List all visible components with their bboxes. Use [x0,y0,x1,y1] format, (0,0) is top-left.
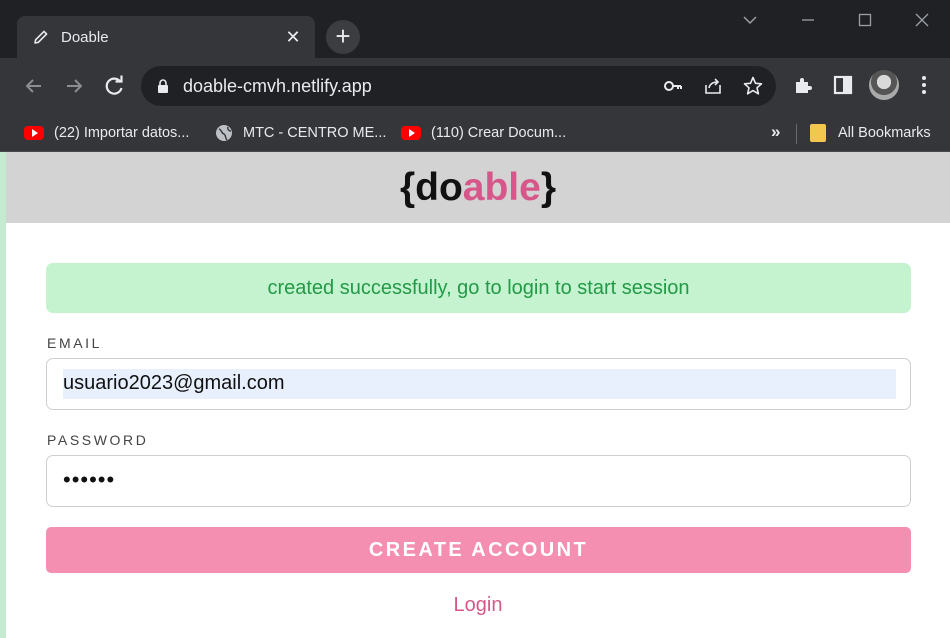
password-label: PASSWORD [47,432,149,448]
all-bookmarks-button[interactable]: All Bookmarks [810,121,931,145]
tab-strip: Doable ✕ + [0,0,950,58]
forward-icon[interactable] [60,72,88,100]
bookmarks-bar: (22) Importar datos... MTC - CENTRO ME..… [0,114,950,152]
bookmarks-divider [796,124,797,144]
window-close-icon[interactable] [910,8,934,32]
youtube-icon [401,126,421,140]
folder-icon [810,124,826,142]
url-text[interactable]: doable-cmvh.netlify.app [183,76,372,97]
window-edge [0,152,6,638]
key-icon[interactable] [662,75,684,97]
browser-toolbar: doable-cmvh.netlify.app [0,58,950,114]
new-tab-button[interactable]: + [326,20,360,54]
success-alert: created successfully, go to login to sta… [46,263,911,313]
tab-title: Doable [61,29,109,46]
bookmark-item[interactable]: MTC - CENTRO ME... [215,121,386,145]
page-content: {doable} created successfully, go to log… [0,152,950,638]
share-icon[interactable] [702,75,724,97]
email-label: EMAIL [47,335,103,351]
app-logo: {doable} [399,165,557,209]
email-value: usuario2023@gmail.com [63,372,285,394]
create-account-button[interactable]: CREATE ACCOUNT [46,527,911,573]
maximize-icon[interactable] [853,8,877,32]
bookmark-label: MTC - CENTRO ME... [243,125,387,141]
tab-search-icon[interactable] [738,8,762,32]
reload-icon[interactable] [100,72,128,100]
tab-doable[interactable]: Doable ✕ [17,16,315,58]
minimize-icon[interactable] [796,8,820,32]
bookmark-item[interactable]: (22) Importar datos... [24,121,189,145]
bookmarks-overflow-button[interactable]: » [771,122,781,142]
all-bookmarks-label: All Bookmarks [838,125,931,141]
app-header: {doable} [6,152,950,223]
bookmark-item[interactable]: (110) Crear Docum... [401,121,566,145]
password-field[interactable]: •••••• [46,455,911,507]
bookmark-label: (22) Importar datos... [54,125,190,141]
back-icon[interactable] [20,72,48,100]
email-field[interactable]: usuario2023@gmail.com [46,358,911,410]
profile-avatar[interactable] [869,70,899,100]
login-link[interactable]: Login [0,594,950,617]
tab-close-button[interactable]: ✕ [283,27,303,47]
extensions-icon[interactable] [792,74,814,96]
address-bar[interactable]: doable-cmvh.netlify.app [141,66,776,106]
menu-icon[interactable] [913,74,935,96]
bookmark-label: (110) Crear Docum... [431,125,567,141]
pencil-icon [34,30,48,44]
side-panel-icon[interactable] [832,74,854,96]
globe-icon [216,125,232,141]
password-value: •••••• [63,467,116,492]
lock-icon[interactable] [156,78,170,94]
youtube-icon [24,126,44,140]
star-icon[interactable] [742,75,764,97]
